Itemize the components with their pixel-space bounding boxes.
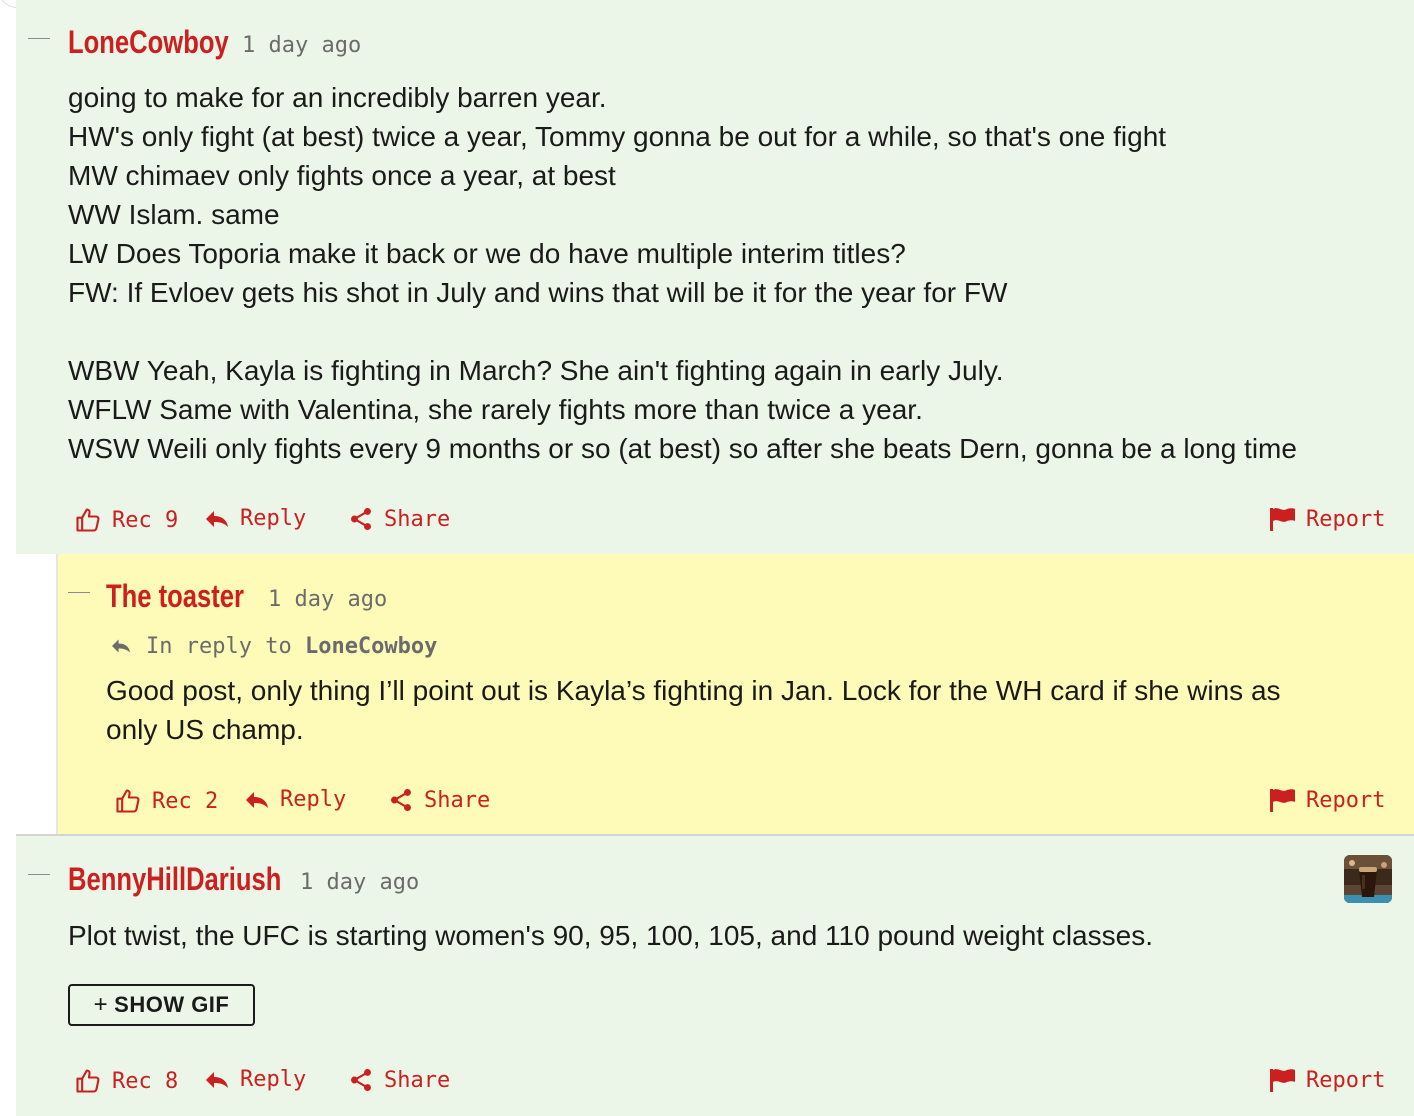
in-reply-prefix: In reply to — [146, 634, 292, 659]
collapse-toggle[interactable] — [68, 592, 90, 593]
comment-body-line: Plot twist, the UFC is starting women's … — [68, 920, 1153, 951]
comment-author[interactable]: The toaster — [106, 580, 244, 612]
rec-label: Rec 9 — [112, 507, 179, 533]
reply-button[interactable]: Reply — [204, 506, 306, 531]
comment-author[interactable]: LoneCowboy — [68, 26, 229, 58]
reply-arrow-icon — [112, 639, 130, 653]
comment-body-line: only US champ. — [106, 714, 304, 745]
comment-lonecowboy: LoneCowboy 1 day ago going to make for a… — [16, 0, 1414, 554]
reply-label: Reply — [240, 1067, 307, 1092]
comment-body-line: LW Does Toporia make it back or we do ha… — [68, 238, 906, 269]
share-button[interactable]: Share — [348, 506, 450, 532]
flag-icon — [1270, 789, 1295, 812]
rec-button[interactable]: Rec 9 — [74, 506, 178, 534]
in-reply-to: In reply to LoneCowboy — [110, 636, 437, 658]
thumbs-up-icon — [76, 508, 100, 532]
comment-timestamp[interactable]: 1 day ago — [242, 35, 361, 57]
collapse-toggle[interactable] — [28, 38, 50, 39]
avatar[interactable] — [1344, 855, 1392, 903]
share-label: Share — [384, 1067, 451, 1093]
comment-author[interactable]: BennyHillDariush — [68, 863, 281, 895]
comment-bennyhilldariush: BennyHillDariush 1 day ago Plot twist, t… — [16, 836, 1414, 1116]
rec-label: Rec 2 — [152, 788, 219, 814]
flag-icon — [1270, 1069, 1295, 1092]
reply-arrow-icon — [206, 1071, 228, 1088]
report-button[interactable]: Report — [1268, 506, 1385, 532]
comment-body: Good post, only thing I’ll point out is … — [106, 671, 1281, 749]
reply-arrow-icon — [206, 510, 228, 527]
comment-body-line: Good post, only thing I’ll point out is … — [106, 675, 1281, 706]
share-label: Share — [424, 787, 491, 813]
in-reply-author-link[interactable]: LoneCowboy — [305, 634, 437, 659]
share-button[interactable]: Share — [388, 787, 490, 813]
rec-label: Rec 8 — [112, 1068, 179, 1094]
show-gif-button[interactable]: + SHOW GIF — [68, 984, 255, 1026]
comment-body-line: WBW Yeah, Kayla is fighting in March? Sh… — [68, 355, 1004, 386]
comment-body-line: WW Islam. same — [68, 199, 280, 230]
comment-body-line: HW's only fight (at best) twice a year, … — [68, 121, 1167, 152]
comment-body: Plot twist, the UFC is starting women's … — [68, 916, 1153, 955]
reply-button[interactable]: Reply — [204, 1067, 306, 1092]
comment-body: going to make for an incredibly barren y… — [68, 78, 1297, 468]
comment-timestamp[interactable]: 1 day ago — [300, 872, 419, 894]
comment-body-line: MW chimaev only fights once a year, at b… — [68, 160, 616, 191]
report-label: Report — [1306, 787, 1386, 813]
share-icon — [351, 1068, 371, 1092]
share-icon — [351, 507, 371, 531]
comment-body-line: WSW Weili only fights every 9 months or … — [68, 433, 1297, 464]
comment-the-toaster: The toaster 1 day ago In reply to LoneCo… — [56, 554, 1414, 834]
reply-label: Reply — [280, 787, 347, 812]
share-label: Share — [384, 506, 451, 532]
show-gif-label: SHOW GIF — [114, 992, 230, 1017]
report-button[interactable]: Report — [1268, 787, 1385, 813]
share-button[interactable]: Share — [348, 1067, 450, 1093]
collapse-toggle[interactable] — [28, 874, 50, 875]
flag-icon — [1270, 508, 1295, 531]
thumbs-up-icon — [116, 789, 140, 813]
comment-body-line: FW: If Evloev gets his shot in July and … — [68, 277, 1008, 308]
comment-body-line: going to make for an incredibly barren y… — [68, 82, 607, 113]
rec-button[interactable]: Rec 8 — [74, 1067, 178, 1095]
reply-label: Reply — [240, 506, 307, 531]
rec-button[interactable]: Rec 2 — [114, 787, 218, 815]
reply-button[interactable]: Reply — [244, 787, 346, 812]
report-label: Report — [1306, 1067, 1386, 1093]
thumbs-up-icon — [76, 1069, 100, 1093]
comment-body-line — [68, 312, 1297, 351]
report-button[interactable]: Report — [1268, 1067, 1385, 1093]
report-label: Report — [1306, 506, 1386, 532]
comment-body-line: WFLW Same with Valentina, she rarely fig… — [68, 394, 923, 425]
plus-icon: + — [93, 991, 109, 1018]
share-icon — [391, 788, 411, 812]
comment-timestamp[interactable]: 1 day ago — [268, 589, 387, 611]
avatar-image — [1344, 855, 1392, 903]
reply-arrow-icon — [246, 791, 268, 808]
